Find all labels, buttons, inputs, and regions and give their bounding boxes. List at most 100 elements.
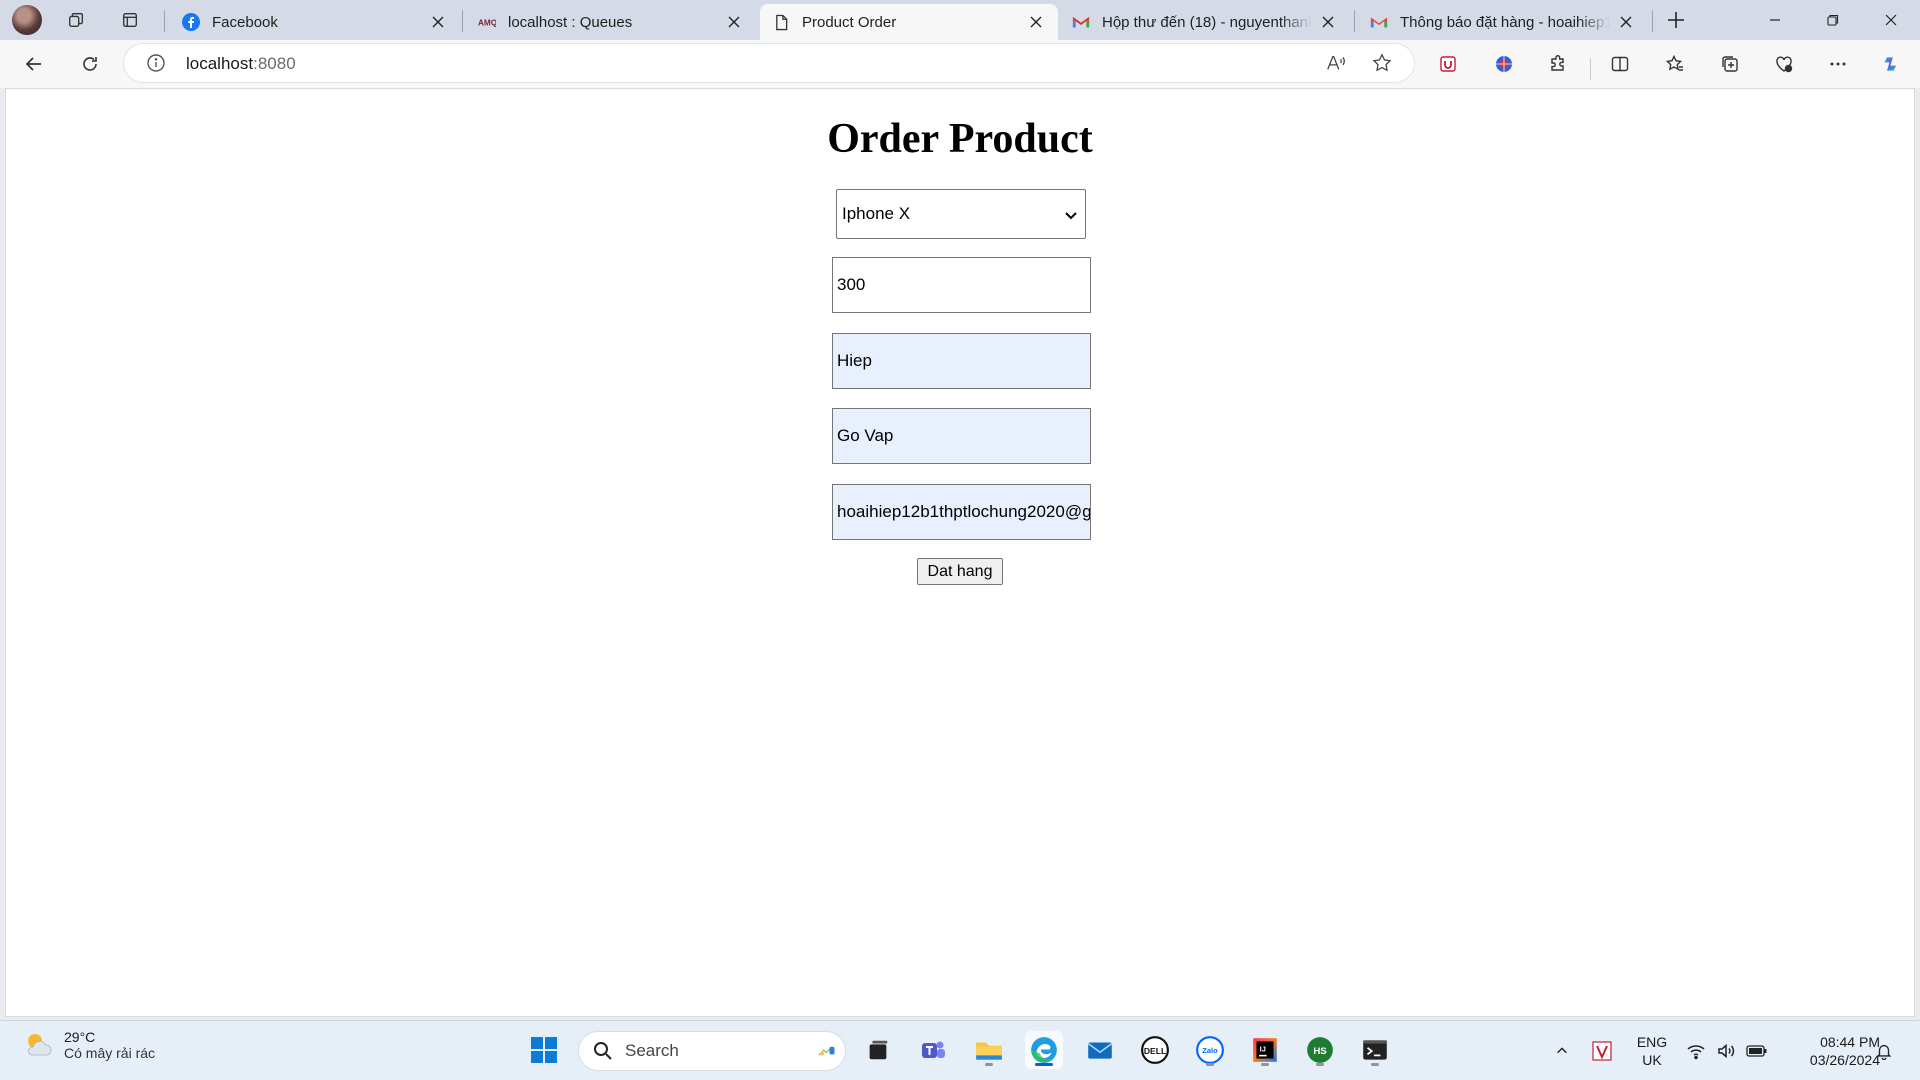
wifi-icon[interactable] xyxy=(1684,1031,1708,1071)
tab-title: Thông báo đặt hàng - hoaihiep1 xyxy=(1400,13,1610,31)
partly-cloudy-icon xyxy=(22,1029,54,1061)
language-code: ENG xyxy=(1636,1034,1668,1050)
task-view-icon[interactable] xyxy=(859,1031,897,1069)
address-input[interactable]: Go Vap xyxy=(832,408,1091,464)
tab-title: Facebook xyxy=(212,13,278,31)
extension-shield-icon[interactable] xyxy=(1432,48,1464,80)
tab-title: Hộp thư đến (18) - nguyenthanh xyxy=(1102,13,1312,31)
collections-icon[interactable] xyxy=(1714,48,1746,80)
weather-widget[interactable]: 29°C Có mây rải rác xyxy=(22,1029,155,1061)
running-indicator xyxy=(1371,1063,1379,1066)
workspaces-icon[interactable] xyxy=(60,6,92,34)
windows-icon xyxy=(531,1037,557,1063)
close-icon[interactable] xyxy=(1318,12,1338,32)
quantity-input[interactable]: 300 xyxy=(832,257,1091,313)
url-host: localhost xyxy=(186,54,254,73)
dell-icon[interactable]: DELL xyxy=(1136,1031,1174,1069)
email-value: hoaihiep12b1thptlochung2020@g xyxy=(837,502,1091,521)
tab-queues[interactable]: AMQ localhost : Queues xyxy=(466,4,756,40)
close-icon[interactable] xyxy=(428,12,448,32)
mail-icon[interactable] xyxy=(1081,1031,1119,1069)
teams-icon[interactable] xyxy=(914,1031,952,1069)
file-explorer-icon[interactable] xyxy=(970,1031,1008,1069)
system-clock[interactable]: 08:44 PM 03/26/2024 xyxy=(1780,1033,1880,1069)
page-title: Order Product xyxy=(827,116,1093,162)
tab-title: Product Order xyxy=(802,13,897,31)
facebook-icon xyxy=(182,13,200,31)
tab-separator xyxy=(462,10,463,32)
tab-product-order[interactable]: Product Order xyxy=(760,4,1058,40)
favorites-icon[interactable] xyxy=(1659,48,1691,80)
zalo-icon[interactable]: Zalo xyxy=(1191,1031,1229,1069)
running-indicator xyxy=(985,1063,993,1066)
minimize-button[interactable] xyxy=(1752,0,1798,40)
favorite-star-icon[interactable] xyxy=(1370,51,1394,75)
more-options-icon[interactable] xyxy=(1822,48,1854,80)
running-indicator xyxy=(1261,1063,1269,1066)
keyboard-layout: UK xyxy=(1642,1052,1662,1068)
new-tab-button[interactable] xyxy=(1662,6,1690,34)
svg-text:AMQ: AMQ xyxy=(478,18,496,27)
chevron-down-icon xyxy=(1065,212,1077,220)
extensions-icon[interactable] xyxy=(1542,48,1574,80)
intellij-icon[interactable]: IJ xyxy=(1246,1031,1284,1069)
email-input[interactable]: hoaihiep12b1thptlochung2020@g xyxy=(832,484,1091,540)
svg-text:HS: HS xyxy=(1313,1046,1327,1057)
svg-text:Zalo: Zalo xyxy=(1202,1046,1218,1055)
search-highlight-icon xyxy=(818,1046,835,1056)
customer-name-value: Hiep xyxy=(837,351,872,370)
weather-temperature: 29°C xyxy=(64,1029,96,1045)
start-button[interactable] xyxy=(525,1031,563,1069)
browser-essentials-icon[interactable] xyxy=(1768,48,1800,80)
input-language-indicator[interactable]: ENG UK xyxy=(1632,1033,1672,1069)
tab-gmail-inbox[interactable]: Hộp thư đến (18) - nguyenthanh xyxy=(1060,4,1350,40)
url-port: :8080 xyxy=(253,54,296,73)
amq-icon: AMQ xyxy=(478,13,496,31)
order-submit-button[interactable]: Dat hang xyxy=(917,558,1003,585)
close-window-button[interactable] xyxy=(1868,0,1914,40)
close-icon[interactable] xyxy=(1616,12,1636,32)
site-info-icon[interactable] xyxy=(146,53,166,73)
copilot-icon[interactable] xyxy=(1876,48,1908,80)
antivirus-tray-icon[interactable] xyxy=(1588,1031,1616,1071)
extension-globe-icon[interactable] xyxy=(1488,48,1520,80)
terminal-icon[interactable] xyxy=(1356,1031,1394,1069)
address-bar[interactable]: localhost:8080 xyxy=(124,44,1414,82)
tab-facebook[interactable]: Facebook xyxy=(170,4,460,40)
show-hidden-icons-chevron-icon[interactable] xyxy=(1550,1031,1574,1071)
running-indicator xyxy=(1206,1063,1214,1066)
tab-gmail-order-notice[interactable]: Thông báo đặt hàng - hoaihiep1 xyxy=(1358,4,1648,40)
customer-name-input[interactable]: Hiep xyxy=(832,333,1091,389)
tab-strip: Facebook AMQ localhost : Queues Product … xyxy=(0,0,1920,40)
product-select[interactable]: Iphone X xyxy=(836,189,1086,239)
taskbar-search[interactable]: Search xyxy=(578,1031,846,1071)
close-icon[interactable] xyxy=(724,12,744,32)
url-text[interactable]: localhost:8080 xyxy=(186,54,296,74)
back-button[interactable] xyxy=(18,48,50,80)
profile-avatar[interactable] xyxy=(12,5,42,35)
clock-date: 03/26/2024 xyxy=(1809,1052,1880,1068)
taskbar-search-placeholder: Search xyxy=(625,1041,679,1060)
refresh-button[interactable] xyxy=(74,48,106,80)
toolbar-divider xyxy=(1590,58,1591,80)
split-screen-icon[interactable] xyxy=(1604,48,1636,80)
quantity-input-value: 300 xyxy=(837,275,866,294)
notification-bell-icon[interactable] xyxy=(1872,1031,1896,1071)
weather-condition: Có mây rải rác xyxy=(64,1045,156,1061)
close-icon[interactable] xyxy=(1026,12,1046,32)
tab-separator xyxy=(1354,10,1355,32)
volume-icon[interactable] xyxy=(1714,1031,1738,1071)
battery-icon[interactable] xyxy=(1744,1031,1770,1071)
svg-text:IJ: IJ xyxy=(1260,1045,1266,1054)
svg-text:DELL: DELL xyxy=(1144,1046,1166,1056)
page-icon xyxy=(772,13,790,31)
restore-button[interactable] xyxy=(1810,0,1856,40)
tab-actions-icon[interactable] xyxy=(114,6,146,34)
edge-browser-icon[interactable] xyxy=(1025,1031,1063,1069)
tab-separator xyxy=(164,10,165,32)
read-aloud-icon[interactable] xyxy=(1324,51,1348,75)
clock-time: 08:44 PM xyxy=(1820,1034,1880,1050)
hs-app-icon[interactable]: HS xyxy=(1301,1031,1339,1069)
running-indicator xyxy=(1035,1063,1053,1066)
gmail-icon xyxy=(1370,13,1388,31)
